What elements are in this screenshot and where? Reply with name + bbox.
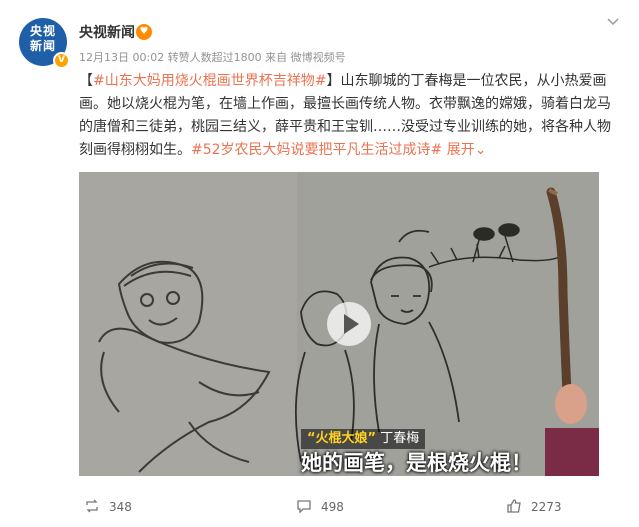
repost-count: 348 — [109, 500, 132, 514]
topic-link[interactable]: #山东大妈用烧火棍画世界杯吉祥物# — [93, 73, 326, 89]
video-caption-name: “火棍大娘” 丁春梅 — [301, 429, 426, 449]
like-count: 2273 — [531, 500, 562, 514]
repost-button[interactable]: 348 — [84, 497, 132, 517]
post-text: 【#山东大妈用烧火棍画世界杯吉祥物#】山东聊城的丁春梅是一位农民，从小热爱画画。… — [79, 73, 611, 158]
play-button-icon[interactable] — [327, 302, 371, 346]
video-caption-main: 她的画笔，是根烧火棍！ — [301, 451, 532, 475]
video-player[interactable]: “火棍大娘” 丁春梅 她的画笔，是根烧火棍！ — [79, 172, 599, 476]
verified-badge-icon: V — [53, 52, 70, 69]
repost-icon — [84, 498, 100, 514]
like-button[interactable]: 2273 — [506, 497, 562, 517]
comment-icon — [296, 498, 312, 514]
weibo-post-card: 央视 新闻 V 央视新闻 ♥ 12月13日 00:02 转赞人数超过1800 来… — [0, 0, 639, 527]
member-badge-icon: ♥ — [136, 24, 152, 40]
topic-link-2[interactable]: #52岁农民大妈说要把平凡生活过成诗# — [191, 142, 442, 158]
comment-button[interactable]: 498 — [296, 497, 344, 517]
comment-count: 498 — [321, 500, 344, 514]
expand-link[interactable]: 展开⌄ — [447, 142, 487, 158]
avatar-logo: 央视 新闻 — [29, 24, 56, 53]
action-bar: 348 498 2273 — [0, 485, 639, 527]
thumbs-up-icon — [506, 498, 522, 514]
post-meta: 12月13日 00:02 转赞人数超过1800 来自 微博视频号 — [79, 51, 346, 64]
author-name[interactable]: 央视新闻 — [79, 22, 135, 42]
chevron-down-icon[interactable] — [605, 14, 621, 30]
